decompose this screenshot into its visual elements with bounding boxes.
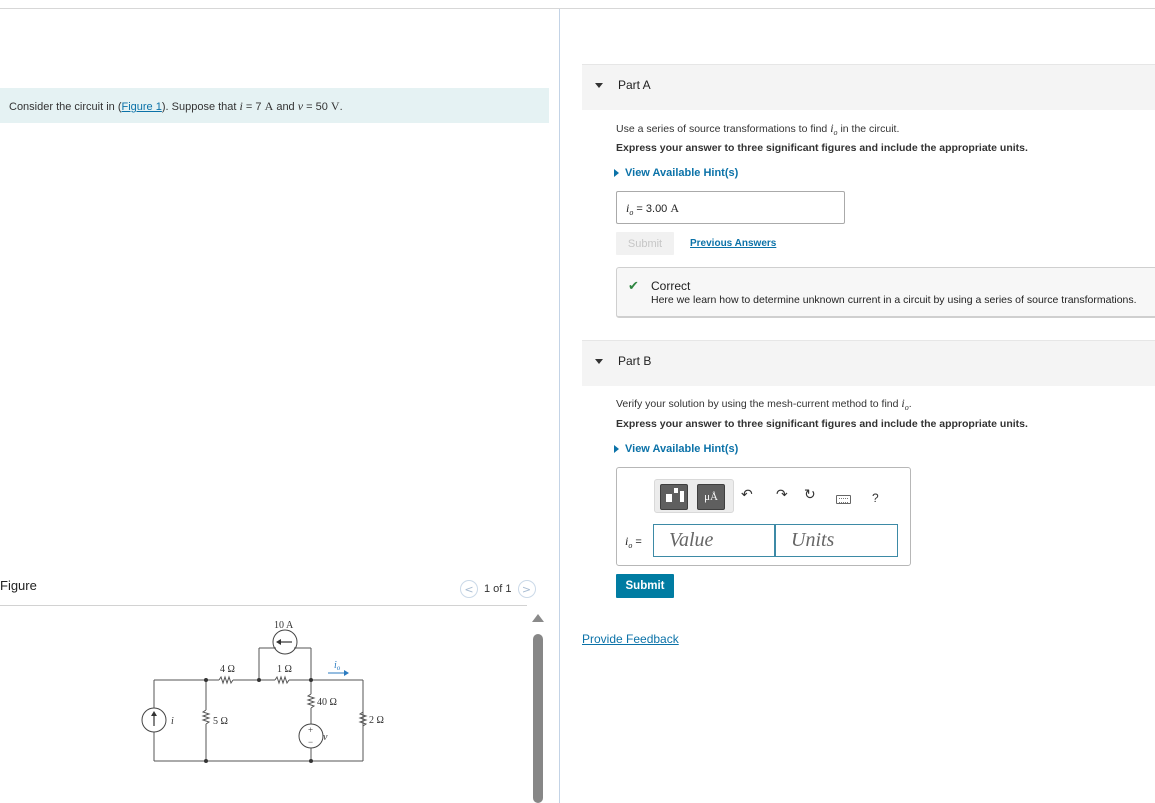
- part-a-caret-icon: [595, 83, 603, 88]
- label-v-plus: +: [308, 725, 313, 735]
- part-a-instruction-suffix: in the circuit.: [837, 123, 900, 135]
- hint-caret-icon: [614, 445, 619, 453]
- pager-count: 1 of 1: [484, 583, 512, 595]
- pane-divider: [559, 9, 560, 803]
- part-b-input-label: io =: [625, 534, 642, 550]
- v-unit: V: [330, 99, 340, 113]
- scroll-up-arrow[interactable]: [532, 614, 544, 622]
- part-a-instruction: Use a series of source transformations t…: [616, 121, 899, 137]
- label-2-ohm: 2 Ω: [369, 715, 384, 726]
- part-b-hint-toggle[interactable]: View Available Hint(s): [614, 443, 738, 455]
- label-v: v: [323, 732, 328, 743]
- part-b-instruction-prefix: Verify your solution by using the mesh-c…: [616, 398, 902, 410]
- part-b-title: Part B: [618, 354, 652, 368]
- label-1-ohm: 1 Ω: [277, 664, 292, 675]
- part-a-title: Part A: [618, 78, 651, 92]
- problem-middle: ). Suppose that: [161, 101, 240, 113]
- part-a-answer-text: io = 3.00 A: [626, 201, 679, 217]
- part-a-feedback: ✔ Correct Here we learn how to determine…: [616, 267, 1155, 318]
- top-border: [0, 8, 1155, 9]
- label-40-ohm: 40 Ω: [317, 697, 337, 708]
- templates-button[interactable]: [660, 484, 688, 510]
- provide-feedback-link[interactable]: Provide Feedback: [582, 632, 679, 646]
- part-b-instruction-suffix: .: [908, 398, 912, 410]
- reset-icon[interactable]: ↻: [804, 487, 816, 503]
- part-a-hint-toggle[interactable]: View Available Hint(s): [614, 167, 738, 179]
- scrollbar-thumb[interactable]: [533, 634, 543, 803]
- part-b-bold-instruction: Express your answer to three significant…: [616, 418, 1028, 430]
- part-a-bold-instruction: Express your answer to three significant…: [616, 142, 1028, 154]
- units-button[interactable]: μÅ: [697, 484, 725, 510]
- part-a-instruction-prefix: Use a series of source transformations t…: [616, 123, 831, 135]
- label-v-minus: −: [308, 737, 313, 747]
- input-equals: =: [632, 536, 642, 548]
- label-5-ohm: 5 Ω: [213, 716, 228, 727]
- template-toolbar: μÅ: [654, 479, 734, 513]
- part-a-answer-box: io = 3.00 A: [616, 191, 845, 224]
- label-io: io: [334, 660, 341, 672]
- label-source-i: i: [171, 716, 174, 727]
- hint-caret-icon: [614, 169, 619, 177]
- part-b-caret-icon: [595, 359, 603, 364]
- label-10a: 10 A: [274, 620, 294, 631]
- answer-editor: μÅ ↶ ↷ ↻ ? io = Value Units: [616, 467, 911, 566]
- feedback-text: Here we learn how to determine unknown c…: [651, 294, 1137, 306]
- checkmark-icon: ✔: [628, 279, 639, 294]
- units-input[interactable]: Units: [775, 524, 898, 557]
- part-b-submit-button[interactable]: Submit: [616, 574, 674, 598]
- problem-text: Consider the circuit in (Figure 1). Supp…: [9, 99, 343, 114]
- value-input[interactable]: Value: [653, 524, 775, 557]
- and-text: and: [273, 101, 298, 113]
- i-unit: A: [264, 99, 274, 113]
- part-b-instruction: Verify your solution by using the mesh-c…: [616, 396, 912, 412]
- undo-icon[interactable]: ↶: [741, 487, 753, 503]
- prev-figure-button[interactable]: <: [460, 580, 478, 598]
- part-b-hint-label: View Available Hint(s): [625, 443, 739, 455]
- redo-icon[interactable]: ↷: [776, 487, 788, 503]
- keyboard-icon[interactable]: [836, 495, 851, 504]
- problem-prefix: Consider the circuit in (: [9, 101, 122, 113]
- problem-end: .: [339, 101, 343, 113]
- part-b-header[interactable]: Part B: [582, 340, 1155, 386]
- part-a-submit-button[interactable]: Submit: [616, 232, 674, 255]
- answer-unit: A: [670, 201, 680, 215]
- feedback-title: Correct: [651, 279, 691, 293]
- previous-answers-link[interactable]: Previous Answers: [690, 238, 776, 249]
- next-figure-button[interactable]: >: [517, 580, 536, 598]
- figure-pager: < 1 of 1 >: [460, 579, 536, 599]
- answer-equals: =: [633, 203, 646, 215]
- v-equals: = 50: [303, 101, 331, 113]
- figure-separator: [0, 605, 527, 606]
- figure-label: Figure: [0, 578, 37, 593]
- help-icon[interactable]: ?: [872, 491, 879, 505]
- circuit-diagram: i 10 A 4 Ω 1 Ω io 40 Ω 5 Ω 2 Ω + − v: [141, 620, 384, 763]
- problem-statement: Consider the circuit in (Figure 1). Supp…: [0, 88, 549, 123]
- i-equals: = 7: [242, 101, 265, 113]
- label-4-ohm: 4 Ω: [220, 664, 235, 675]
- answer-value: 3.00: [645, 203, 671, 215]
- part-a-header[interactable]: Part A: [582, 64, 1155, 110]
- figure-1-link[interactable]: Figure 1: [122, 101, 162, 113]
- part-a-hint-label: View Available Hint(s): [625, 167, 739, 179]
